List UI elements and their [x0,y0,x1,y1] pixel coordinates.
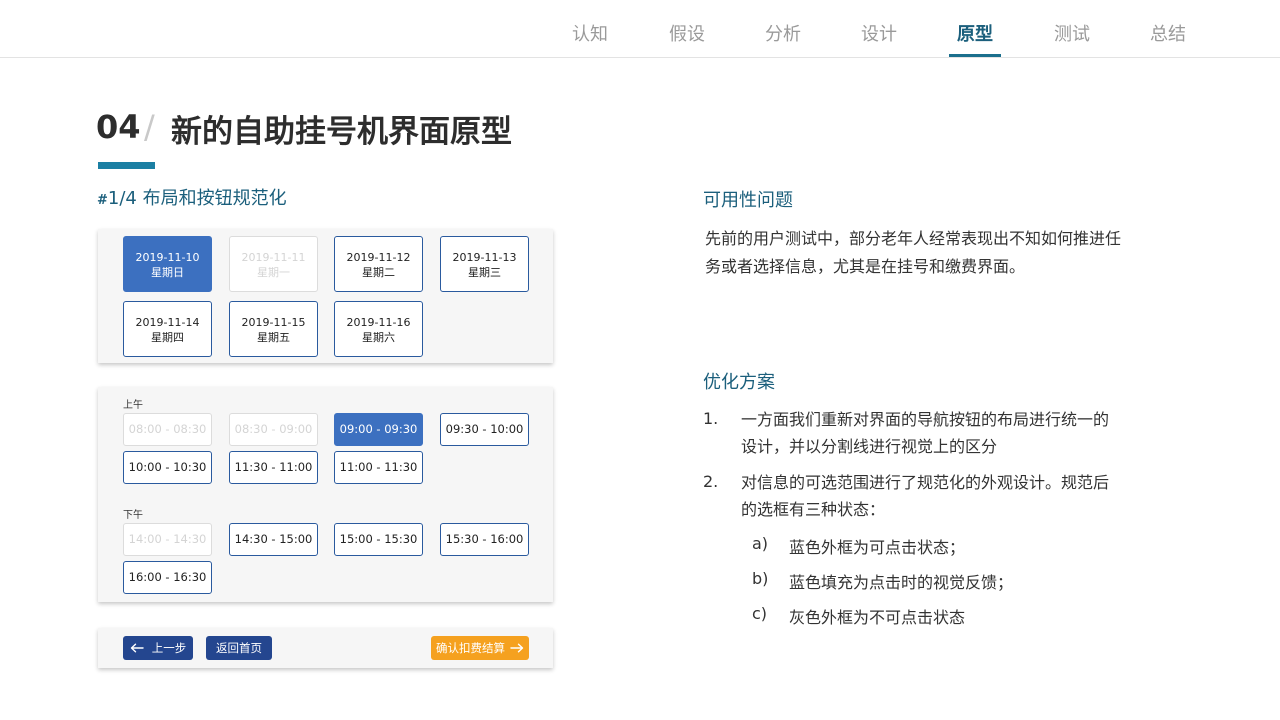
nav-item-summary[interactable]: 总结 [1130,20,1206,46]
weekday-text: 星期六 [362,331,395,344]
date-text: 2019-11-14 [135,316,200,329]
time-selection-panel: 上午 08:00 - 08:30 08:30 - 09:00 09:00 - 0… [98,387,553,602]
top-navigation: 认知 假设 分析 设计 原型 测试 总结 [0,0,1280,58]
time-slot[interactable]: 15:30 - 16:00 [440,523,529,556]
hash-mark: # [97,193,108,208]
afternoon-label: 下午 [123,510,143,521]
date-cell[interactable]: 2019-11-12 星期二 [334,236,423,292]
action-bar: 上一步 返回首页 确认扣费结算 [98,628,553,668]
solution-heading: 优化方案 [703,372,775,393]
date-text: 2019-11-11 [241,251,306,264]
date-cell[interactable]: 2019-11-16 星期六 [334,301,423,357]
sublist-item-text: 蓝色填充为点击时的视觉反馈； [789,573,1014,592]
sublist-number: b) [752,569,769,588]
time-slot[interactable]: 16:00 - 16:30 [123,561,212,594]
weekday-text: 星期二 [362,266,395,279]
date-text: 2019-11-10 [135,251,200,264]
date-selection-panel: 2019-11-10 星期日 2019-11-11 星期一 2019-11-12… [98,229,553,363]
time-slot[interactable]: 09:00 - 09:30 [334,413,423,446]
section-number: 04 [96,108,141,146]
prev-step-button[interactable]: 上一步 [123,636,193,660]
title-separator: / [144,108,155,146]
section-subtitle: #1/4 布局和按钮规范化 [97,184,287,210]
date-cell[interactable]: 2019-11-13 星期三 [440,236,529,292]
usability-text: 先前的用户测试中，部分老年人经常表现出不知如何推进任务或者选择信息，尤其是在挂号… [705,229,1122,276]
nav-item-cognition[interactable]: 认知 [552,20,628,46]
weekday-text: 星期一 [257,266,290,279]
date-cell[interactable]: 2019-11-14 星期四 [123,301,212,357]
sublist-number: a) [752,534,769,553]
usability-heading: 可用性问题 [703,190,793,211]
confirm-payment-button[interactable]: 确认扣费结算 [431,636,529,660]
date-cell[interactable]: 2019-11-10 星期日 [123,236,212,292]
nav-item-hypothesis[interactable]: 假设 [649,20,725,46]
home-button[interactable]: 返回首页 [206,636,272,660]
subtitle-text: 1/4 布局和按钮规范化 [107,188,287,209]
date-text: 2019-11-13 [452,251,517,264]
date-text: 2019-11-12 [346,251,411,264]
date-text: 2019-11-15 [241,316,306,329]
nav-item-testing[interactable]: 测试 [1034,20,1110,46]
morning-label: 上午 [123,400,143,411]
time-slot: 14:00 - 14:30 [123,523,212,556]
time-slot: 08:30 - 09:00 [229,413,318,446]
prev-step-label: 上一步 [151,641,187,655]
confirm-payment-label: 确认扣费结算 [436,641,505,655]
sublist-item-text: 蓝色外框为可点击状态； [789,538,966,557]
sublist-item-text: 灰色外框为不可点击状态 [789,608,966,627]
nav-active-indicator [949,54,1001,57]
arrow-right-icon [510,643,524,653]
list-number: 1. [703,409,719,428]
arrow-left-icon [130,643,144,653]
nav-item-design[interactable]: 设计 [841,20,917,46]
date-cell: 2019-11-11 星期一 [229,236,318,292]
list-number: 2. [703,472,719,491]
nav-item-prototype[interactable]: 原型 [937,20,1013,46]
weekday-text: 星期五 [257,331,290,344]
time-slot[interactable]: 14:30 - 15:00 [229,523,318,556]
date-cell[interactable]: 2019-11-15 星期五 [229,301,318,357]
list-item-text: 对信息的可选范围进行了规范化的外观设计。规范后的选框有三种状态： [741,473,1110,519]
weekday-text: 星期日 [151,266,184,279]
time-slot[interactable]: 09:30 - 10:00 [440,413,529,446]
time-slot[interactable]: 11:30 - 11:00 [229,451,318,484]
title-accent-bar [98,162,155,169]
list-item-text: 一方面我们重新对界面的导航按钮的布局进行统一的设计，并以分割线进行视觉上的区分 [741,410,1110,456]
nav-item-analysis[interactable]: 分析 [745,20,821,46]
date-text: 2019-11-16 [346,316,411,329]
time-slot: 08:00 - 08:30 [123,413,212,446]
weekday-text: 星期三 [468,266,501,279]
sublist-number: c) [752,604,768,623]
weekday-text: 星期四 [151,331,184,344]
time-slot[interactable]: 10:00 - 10:30 [123,451,212,484]
page-title: 新的自助挂号机界面原型 [171,114,512,150]
time-slot[interactable]: 15:00 - 15:30 [334,523,423,556]
time-slot[interactable]: 11:00 - 11:30 [334,451,423,484]
